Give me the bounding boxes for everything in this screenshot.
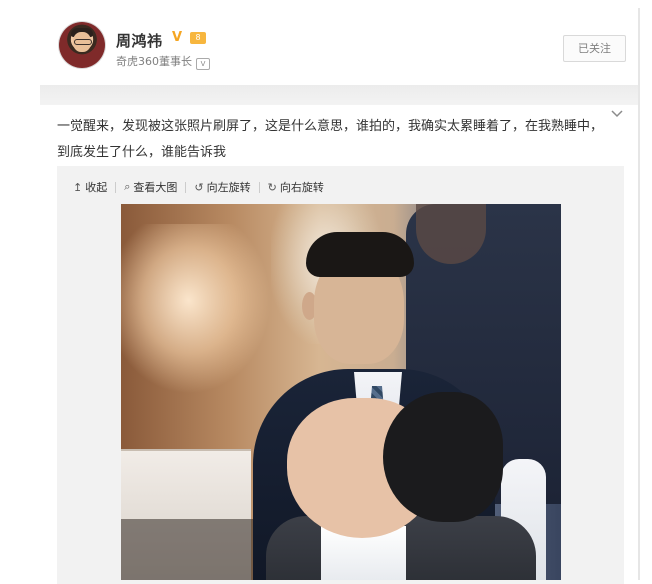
user-title-text: 奇虎360董事长 — [116, 55, 192, 68]
collapse-button[interactable]: ↥ 收起 — [73, 179, 107, 195]
search-icon: ⌕ — [124, 180, 131, 193]
rotate-right-button[interactable]: ↻ 向右旋转 — [268, 179, 324, 195]
rotate-right-icon: ↻ — [267, 180, 277, 194]
rotate-left-icon: ↺ — [194, 180, 204, 194]
rotate-left-label: 向左旋转 — [206, 181, 251, 194]
view-large-button[interactable]: ⌕ 查看大图 — [124, 179, 177, 195]
rotate-left-button[interactable]: ↺ 向左旋转 — [194, 179, 250, 195]
post-text: 一觉醒来，发现被这张照片刷屏了，这是什么意思，谁拍的，我确实太累睡着了，在我熟睡… — [57, 119, 604, 160]
toolbar-divider — [185, 181, 187, 193]
collapse-label: 收起 — [85, 181, 108, 194]
vip-icon: V — [196, 58, 210, 70]
weibo-post-page: 周鸿祎 V 8 奇虎360董事长 V 已关注 一觉醒来，发现被这张照片刷屏了，这是… — [0, 0, 652, 584]
header-divider-strip — [40, 85, 638, 105]
chevron-down-icon[interactable] — [611, 108, 623, 120]
rotate-right-label: 向右旋转 — [279, 181, 324, 194]
avatar-glasses — [74, 39, 92, 45]
media-toolbar: ↥ 收起 ⌕ 查看大图 ↺ 向左旋转 ↻ 向右旋转 — [73, 178, 324, 196]
photo-background-light — [121, 224, 271, 394]
level-badge-icon: 8 — [190, 32, 206, 44]
post-photo[interactable] — [121, 204, 561, 580]
toolbar-divider — [258, 181, 260, 193]
photo-table-shadow — [121, 519, 256, 580]
view-large-label: 查看大图 — [133, 181, 178, 194]
collapse-up-icon: ↥ — [73, 180, 83, 194]
toolbar-divider — [115, 181, 117, 193]
scrollbar-track[interactable] — [638, 8, 640, 580]
user-name[interactable]: 周鸿祎 — [116, 30, 163, 51]
follow-button[interactable]: 已关注 — [563, 35, 626, 62]
verified-v-icon: V — [171, 30, 183, 45]
avatar[interactable] — [59, 22, 105, 68]
user-title: 奇虎360董事长 V — [116, 53, 210, 70]
photo-foreground-person-hair — [383, 392, 503, 522]
photo-main-person-hair — [306, 232, 414, 277]
